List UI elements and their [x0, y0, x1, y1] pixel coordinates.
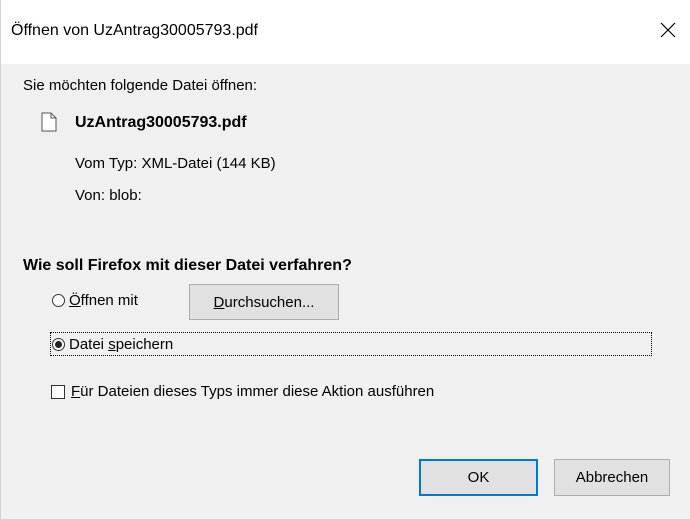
intro-text: Sie möchten folgende Datei öffnen:	[23, 77, 258, 94]
open-with-option[interactable]: Öffnen mit	[52, 292, 138, 309]
always-do-this-checkbox[interactable]	[51, 384, 65, 399]
close-icon	[660, 22, 676, 38]
open-with-label: Öffnen mit	[69, 292, 138, 309]
ok-button[interactable]: OK	[419, 459, 538, 496]
action-question: Wie soll Firefox mit dieser Datei verfah…	[23, 257, 352, 274]
file-type-value: XML-Datei (144 KB)	[141, 155, 276, 172]
browse-button[interactable]: Durchsuchen...	[189, 284, 339, 320]
file-source-line: Von: blob:	[75, 187, 142, 204]
title-bar: Öffnen von UzAntrag30005793.pdf	[1, 0, 690, 64]
always-do-this-label: Für Dateien dieses Typs immer diese Akti…	[71, 383, 435, 400]
file-type-label: Vom Typ:	[75, 155, 138, 172]
open-with-radio[interactable]	[52, 294, 65, 307]
file-name: UzAntrag30005793.pdf	[75, 114, 247, 131]
save-file-option[interactable]: Datei speichern	[50, 332, 652, 356]
dialog-title: Öffnen von UzAntrag30005793.pdf	[11, 22, 258, 39]
cancel-button[interactable]: Abbrechen	[554, 459, 670, 496]
save-file-label: Datei speichern	[69, 335, 174, 353]
file-icon	[41, 112, 57, 132]
close-button[interactable]	[645, 10, 690, 50]
save-file-radio[interactable]	[52, 337, 65, 351]
file-source-label: Von:	[75, 187, 106, 204]
file-open-dialog: Öffnen von UzAntrag30005793.pdf Sie möch…	[0, 0, 690, 519]
always-do-this-option[interactable]: Für Dateien dieses Typs immer diese Akti…	[51, 383, 434, 400]
file-type-line: Vom Typ: XML-Datei (144 KB)	[75, 155, 276, 172]
file-source-value: blob:	[109, 187, 142, 204]
